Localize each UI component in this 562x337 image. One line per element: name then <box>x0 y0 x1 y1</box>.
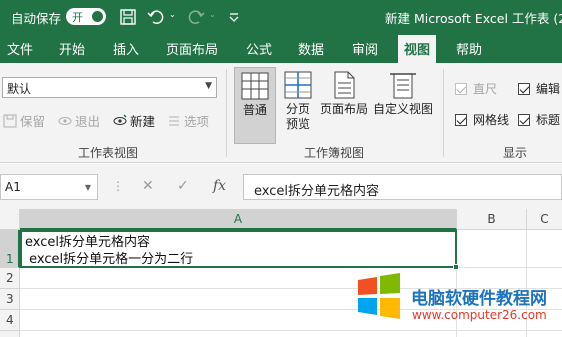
normal-view-label: 普通 <box>242 103 267 117</box>
workbook-views-group-label: 工作簿视图 <box>304 146 365 160</box>
page-break-preview-icon <box>284 71 312 99</box>
column-header-c[interactable]: C <box>527 209 562 230</box>
ribbon: 默认 ▼ 保留 退出 新建 选项 工作表视图 普通 分页 预览 页面布局 自定义… <box>0 63 562 163</box>
checkbox-box <box>518 114 530 126</box>
enter-icon[interactable]: ✓ <box>177 178 189 194</box>
new-view-label: 新建 <box>130 114 156 129</box>
sheet-view-group-label: 工作表视图 <box>78 146 139 160</box>
tab-home[interactable]: 开始 <box>59 39 85 58</box>
insert-function-icon[interactable]: fx <box>213 178 226 194</box>
gridlines-label: 网格线 <box>473 113 510 127</box>
row-header-3[interactable]: 3 <box>0 289 20 310</box>
window-title: 新建 Microsoft Excel 工作表 (2) <box>385 11 562 26</box>
cell-a1[interactable]: excel拆分单元格内容 excel拆分单元格一分为二行 <box>20 230 459 270</box>
ruler-checkbox[interactable]: 直尺 <box>455 80 497 97</box>
headings-label: 标题 <box>536 113 561 127</box>
cell-a1-line-2: excel拆分单元格一分为二行 <box>25 252 194 267</box>
eye-exit-icon <box>58 117 72 125</box>
custom-views-button[interactable]: 自定义视图 <box>372 67 434 144</box>
checkbox-box <box>455 114 467 126</box>
autosave-toggle[interactable]: 开 <box>66 8 106 25</box>
toggle-knob <box>92 11 103 22</box>
row-header-1[interactable]: 1 <box>0 230 20 268</box>
row-gridline <box>20 330 562 331</box>
headings-checkbox[interactable]: 标题 <box>518 111 560 128</box>
ribbon-tabs: 文件 开始 插入 页面布局 公式 数据 审阅 视图 帮助 <box>0 33 562 63</box>
more-dots-icon: ⋮ <box>112 179 124 193</box>
tab-insert[interactable]: 插入 <box>113 39 139 58</box>
autosave-state: 开 <box>72 11 83 24</box>
custom-views-icon <box>390 73 416 99</box>
column-header-a[interactable]: A <box>20 209 457 230</box>
undo-icon[interactable] <box>146 7 166 27</box>
redo-dropdown-icon[interactable]: ⌄ <box>209 10 216 19</box>
sheet-view-dropdown[interactable]: 默认 ▼ <box>2 77 217 98</box>
tab-page-layout[interactable]: 页面布局 <box>166 39 218 58</box>
page-break-label-2: 预览 <box>285 117 310 131</box>
options-label: 选项 <box>184 114 210 129</box>
customize-toolbar-icon[interactable] <box>224 7 244 27</box>
custom-views-label: 自定义视图 <box>372 102 433 116</box>
cancel-icon[interactable]: ✕ <box>142 178 154 194</box>
keep-label: 保留 <box>20 114 46 129</box>
normal-view-button[interactable]: 普通 <box>234 67 276 144</box>
name-box-value: A1 <box>5 180 21 194</box>
normal-view-icon <box>241 72 269 100</box>
checkbox-box <box>518 83 530 95</box>
new-view-button[interactable]: 新建 <box>113 111 155 130</box>
watermark-url: www.computer26.com <box>412 308 547 322</box>
undo-dropdown-icon[interactable]: ⌄ <box>169 10 176 19</box>
chevron-down-icon: ▼ <box>84 183 91 192</box>
group-divider <box>443 69 444 157</box>
select-all-corner[interactable] <box>0 209 20 230</box>
tab-view[interactable]: 视图 <box>398 35 437 63</box>
row-header-2[interactable]: 2 <box>0 268 20 289</box>
redo-icon[interactable] <box>186 7 206 27</box>
formula-bar-label: 编辑 <box>536 82 561 96</box>
tab-help[interactable]: 帮助 <box>456 39 482 58</box>
page-break-preview-button[interactable]: 分页 预览 <box>280 67 316 144</box>
group-divider <box>226 69 227 157</box>
gridlines-checkbox[interactable]: 网格线 <box>455 111 509 128</box>
exit-label: 退出 <box>75 114 101 129</box>
tab-review[interactable]: 审阅 <box>352 39 378 58</box>
show-group-label: 显示 <box>503 146 528 160</box>
page-layout-icon <box>334 71 355 99</box>
sheet-view-value: 默认 <box>7 82 32 96</box>
watermark-title: 电脑软硬件教程网 <box>411 289 547 309</box>
keep-icon <box>3 114 17 128</box>
cell-a1-line-1: excel拆分单元格内容 <box>25 235 150 250</box>
row-header-4[interactable]: 4 <box>0 310 20 331</box>
exit-button[interactable]: 退出 <box>58 111 100 130</box>
fill-handle[interactable] <box>453 264 459 270</box>
chevron-down-icon: ▼ <box>205 81 212 91</box>
page-break-label-1: 分页 <box>285 102 310 116</box>
ruler-label: 直尺 <box>473 82 498 96</box>
page-layout-view-button[interactable]: 页面布局 <box>318 67 370 144</box>
column-header-b[interactable]: B <box>457 209 527 230</box>
formula-bar-checkbox[interactable]: 编辑 <box>518 80 560 97</box>
keep-button[interactable]: 保留 <box>3 111 45 130</box>
checkbox-box <box>455 83 467 95</box>
formula-input[interactable]: excel拆分单元格内容 <box>243 174 562 200</box>
tab-data[interactable]: 数据 <box>298 39 324 58</box>
title-bar: 自动保存 开 ⌄ ⌄ 新建 Microsoft Excel 工作表 (2) <box>0 0 562 33</box>
row-header-5[interactable] <box>0 331 20 337</box>
eye-new-icon <box>113 114 127 125</box>
tab-file[interactable]: 文件 <box>7 39 33 58</box>
options-list-icon <box>169 116 179 126</box>
save-icon[interactable] <box>118 7 138 27</box>
autosave-label: 自动保存 <box>11 11 62 26</box>
tab-formulas[interactable]: 公式 <box>246 39 272 58</box>
name-box[interactable]: A1 ▼ <box>0 174 98 200</box>
options-button[interactable]: 选项 <box>167 111 209 130</box>
formula-bar: A1 ▼ ⋮ ✕ ✓ fx excel拆分单元格内容 <box>0 164 562 209</box>
page-layout-label: 页面布局 <box>319 102 368 116</box>
windows-logo-icon <box>358 273 400 319</box>
